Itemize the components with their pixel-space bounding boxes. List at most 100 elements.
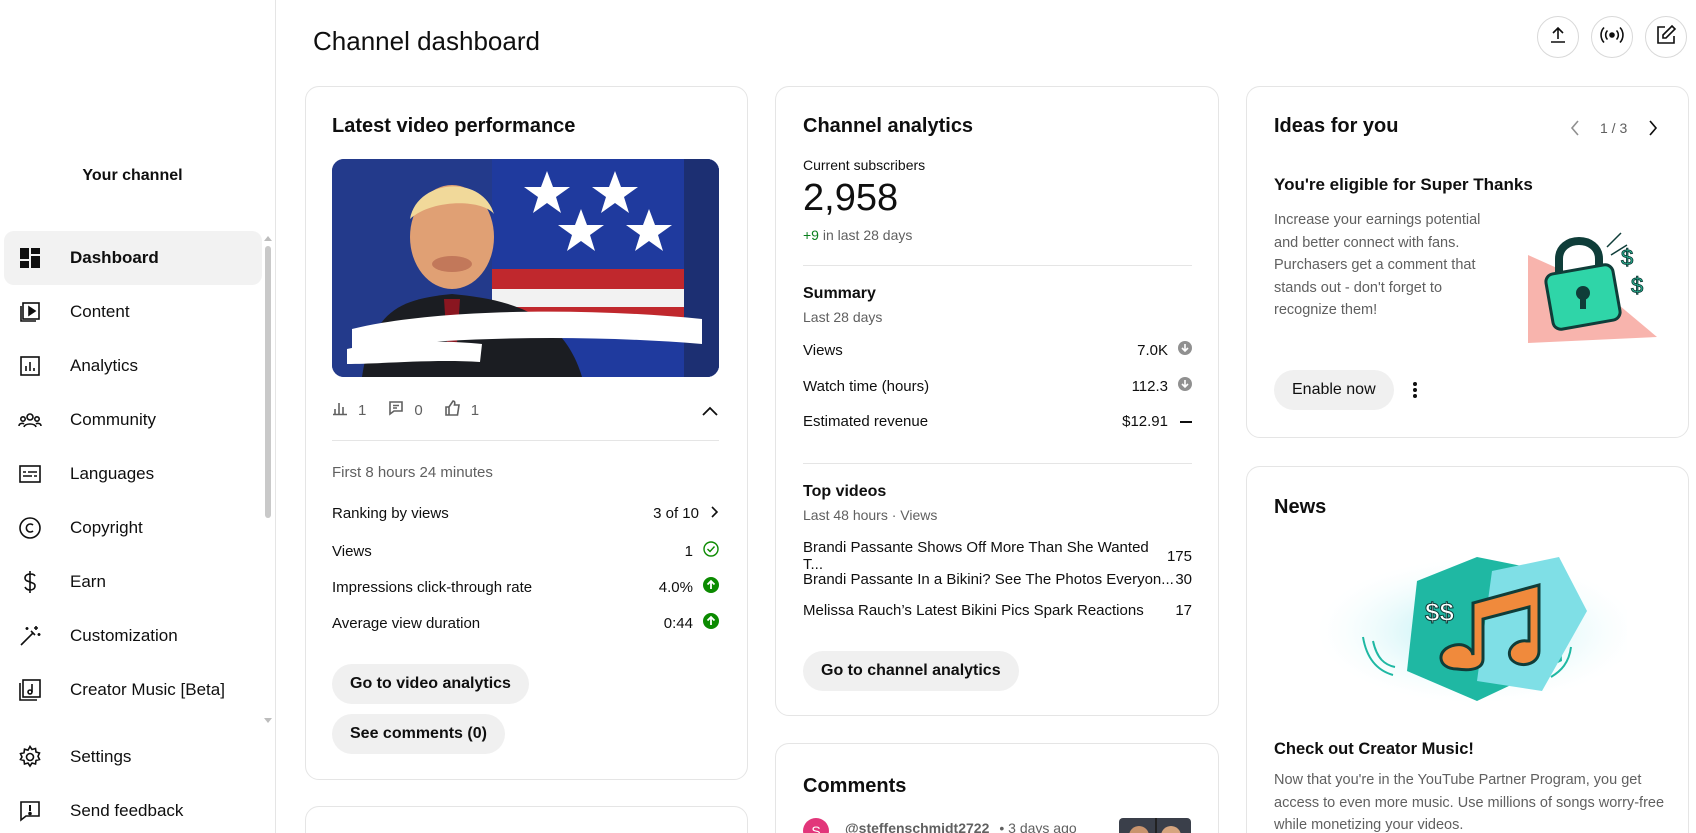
sidebar-item-label: Dashboard [70, 248, 159, 267]
dashboard-icon [18, 246, 42, 270]
content-icon [18, 300, 42, 324]
sidebar-item-creator-music[interactable]: Creator Music [Beta] [4, 663, 262, 717]
sidebar-item-settings[interactable]: Settings [4, 730, 262, 784]
scroll-down-arrow[interactable] [264, 718, 272, 723]
likes-count: 1 [470, 401, 480, 419]
comment-author[interactable]: @steffenschmidt2722 [845, 820, 989, 833]
sidebar-bottom-nav: Settings Send feedback [4, 730, 262, 833]
top-video-row[interactable]: Melissa Rauch’s Latest Bikini Pics Spark… [803, 602, 1192, 619]
latest-video-card: Latest video performance 1 0 1 First 8 h… [305, 86, 748, 780]
sidebar-item-label: Creator Music [Beta] [70, 680, 225, 699]
ranking-row[interactable]: Ranking by views 3 of 10 [332, 505, 719, 522]
avg-duration-label: Average view duration [332, 614, 481, 632]
sidebar-item-dashboard[interactable]: Dashboard [4, 231, 262, 285]
edit-icon [1655, 24, 1677, 51]
ranking-label: Ranking by views [332, 505, 449, 522]
chevron-right-icon[interactable] [1648, 120, 1658, 141]
community-icon [18, 408, 42, 432]
go-to-video-analytics-button[interactable]: Go to video analytics [332, 664, 529, 704]
upload-icon [1548, 25, 1568, 50]
chevron-left-icon[interactable] [1570, 120, 1580, 141]
more-vert-icon[interactable] [1413, 382, 1417, 403]
go-live-button[interactable] [1591, 16, 1633, 58]
sidebar-item-label: Analytics [70, 356, 139, 375]
sidebar-item-send-feedback[interactable]: Send feedback [4, 784, 262, 833]
divider [803, 265, 1192, 266]
top-video-views: 175 [1166, 547, 1192, 565]
languages-icon [18, 462, 42, 486]
news-body: Now that you're in the YouTube Partner P… [1274, 772, 1665, 833]
delta-suffix: in last 28 days [818, 227, 913, 243]
sidebar-item-label: Customization [70, 626, 178, 645]
top-video-title[interactable]: Brandi Passante In a Bikini? See The Pho… [803, 571, 1174, 588]
ctr-value: 4.0% [658, 578, 693, 596]
arrow-down-circle-icon [1178, 377, 1192, 395]
copyright-icon [18, 516, 42, 540]
views-value: 1 [684, 542, 693, 560]
video-thumbnail[interactable] [332, 159, 719, 377]
analytics-icon [18, 354, 42, 378]
ranking-value: 3 of 10 [653, 505, 699, 522]
comments-card: Comments S @steffenschmidt2722 • 3 days … [775, 743, 1219, 833]
sidebar-scrollbar[interactable] [264, 236, 272, 723]
sidebar-item-content[interactable]: Content [4, 285, 262, 339]
ideas-pager: 1 / 3 [1600, 120, 1628, 136]
performance-period: First 8 hours 24 minutes [332, 464, 493, 481]
upload-button[interactable] [1537, 16, 1579, 58]
sidebar-item-community[interactable]: Community [4, 393, 262, 447]
sidebar-item-customization[interactable]: Customization [4, 609, 262, 663]
feedback-icon [18, 799, 42, 823]
card-title: News [1274, 496, 1327, 518]
chevron-right-icon [711, 505, 719, 522]
super-thanks-illustration: $ $ [1525, 225, 1665, 354]
create-post-button[interactable] [1645, 16, 1687, 58]
card-title: Channel analytics [803, 115, 974, 137]
subscribers-label: Current subscribers [803, 157, 926, 173]
summary-views-row: Views 7.0K [803, 341, 1192, 359]
news-card: News $$ Check out Creator Music! Now tha… [1246, 466, 1689, 833]
sidebar-item-label: Earn [70, 572, 106, 591]
top-video-row[interactable]: Brandi Passante Shows Off More Than She … [803, 539, 1192, 573]
summary-watch-time-row: Watch time (hours) 112.3 [803, 377, 1192, 395]
top-video-views: 17 [1175, 602, 1192, 619]
card-title: Comments [803, 775, 907, 797]
scrollbar-thumb[interactable] [265, 246, 271, 518]
news-heading: Check out Creator Music! [1274, 740, 1474, 758]
top-video-title[interactable]: Brandi Passante Shows Off More Than She … [803, 539, 1167, 573]
top-video-row[interactable]: Brandi Passante In a Bikini? See The Pho… [803, 571, 1192, 588]
see-comments-button[interactable]: See comments (0) [332, 714, 505, 754]
views-label: Views [332, 542, 372, 560]
ideas-card: Ideas for you 1 / 3 You're eligible for … [1246, 86, 1689, 438]
arrow-up-circle-icon [703, 613, 719, 633]
sidebar-item-languages[interactable]: Languages [4, 447, 262, 501]
collapse-chevron-icon[interactable] [702, 403, 718, 421]
lower-card [305, 806, 748, 833]
bar-chart-icon [332, 400, 348, 420]
sidebar-item-earn[interactable]: Earn [4, 555, 262, 609]
summary-revenue-row: Estimated revenue $12.91 [803, 413, 1192, 430]
scroll-up-arrow[interactable] [264, 236, 272, 241]
top-videos-title: Top videos [803, 483, 887, 500]
summary-revenue-value: $12.91 [1122, 413, 1168, 430]
summary-watch-time-value: 112.3 [1131, 377, 1168, 395]
summary-title: Summary [803, 285, 876, 302]
summary-revenue-label: Estimated revenue [803, 413, 929, 430]
channel-analytics-card: Channel analytics Current subscribers 2,… [775, 86, 1219, 716]
sidebar-item-label: Settings [70, 747, 132, 766]
sidebar-item-analytics[interactable]: Analytics [4, 339, 262, 393]
sidebar-item-copyright[interactable]: Copyright [4, 501, 262, 555]
summary-views-label: Views [803, 341, 843, 359]
enable-now-button[interactable]: Enable now [1274, 370, 1394, 410]
thumbs-up-icon [444, 400, 461, 420]
go-to-channel-analytics-button[interactable]: Go to channel analytics [803, 651, 1019, 691]
magic-wand-icon [18, 624, 42, 648]
comment-video-thumbnail[interactable] [1119, 818, 1191, 833]
avatar[interactable]: S [803, 818, 829, 833]
delta-value: +9 [803, 227, 819, 243]
sidebar-item-label: Send feedback [70, 801, 184, 820]
summary-views-value: 7.0K [1137, 341, 1168, 359]
top-video-title[interactable]: Melissa Rauch’s Latest Bikini Pics Spark… [803, 602, 1144, 619]
divider [332, 440, 719, 441]
avg-duration-value: 0:44 [663, 614, 693, 632]
sidebar-nav: Dashboard Content Analytics Community La… [4, 231, 262, 717]
